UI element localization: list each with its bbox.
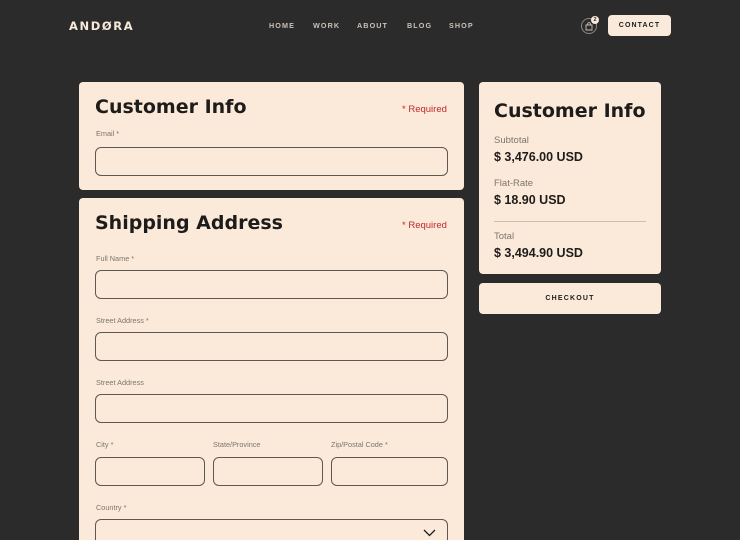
shopping-bag-icon [585,22,593,31]
chevron-down-icon [423,529,436,537]
summary-title: Customer Info [494,100,646,122]
shipping-rate-value: $ 18.90 USD [494,193,566,207]
nav-about[interactable]: ABOUT [357,21,388,30]
city-label: City * [96,440,114,449]
checkout-button[interactable]: CHECKOUT [479,283,661,314]
city-field[interactable] [95,457,205,486]
email-field[interactable] [95,147,448,176]
state-field[interactable] [213,457,323,486]
shipping-rate-label: Flat-Rate [494,178,534,189]
zip-field[interactable] [331,457,448,486]
subtotal-value: $ 3,476.00 USD [494,150,583,164]
order-summary-card: Customer Info Subtotal $ 3,476.00 USD Fl… [479,82,661,274]
total-label: Total [494,231,515,242]
full-name-field[interactable] [95,270,448,299]
nav-shop[interactable]: SHOP [449,21,474,30]
shipping-address-title: Shipping Address [95,212,283,234]
state-label: State/Province [213,440,261,449]
email-label: Email * [96,129,120,138]
shipping-address-card: Shipping Address * Required Full Name * … [79,198,464,540]
country-label: Country * [96,503,127,512]
required-note: * Required [402,104,447,115]
nav-work[interactable]: WORK [313,21,340,30]
cart-count-badge: 2 [591,16,599,24]
summary-divider [494,221,646,222]
street-address-label: Street Address * [96,316,149,325]
street-address-2-field[interactable] [95,394,448,423]
total-value: $ 3,494.90 USD [494,246,583,260]
street-address-2-label: Street Address [96,378,144,387]
customer-info-title: Customer Info [95,96,247,118]
country-select[interactable] [95,519,448,540]
street-address-field[interactable] [95,332,448,361]
nav-blog[interactable]: BLOG [407,21,432,30]
zip-label: Zip/Postal Code * [331,440,388,449]
subtotal-label: Subtotal [494,135,529,146]
customer-info-card: Customer Info * Required Email * [79,82,464,190]
contact-button[interactable]: CONTACT [608,15,671,36]
full-name-label: Full Name * [96,254,135,263]
required-note: * Required [402,220,447,231]
nav-home[interactable]: HOME [269,21,295,30]
